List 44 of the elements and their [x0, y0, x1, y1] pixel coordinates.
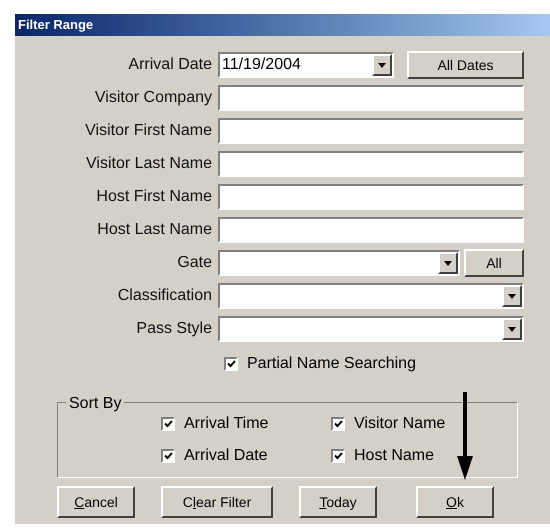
field-label: Pass Style — [135, 319, 213, 339]
input-field[interactable] — [218, 184, 524, 210]
dialog-button[interactable]: Today — [299, 486, 377, 518]
checkbox-label: Arrival Date — [184, 446, 268, 466]
checkbox[interactable] — [161, 417, 175, 431]
field-label: Host Last Name — [96, 220, 213, 240]
field-label: Gate — [176, 253, 213, 273]
dropdown-button[interactable] — [438, 252, 458, 274]
field-label: Visitor Last Name — [85, 154, 213, 174]
checkbox[interactable] — [331, 449, 345, 463]
field-label: Host First Name — [95, 187, 213, 207]
checkbox[interactable] — [224, 357, 238, 371]
dropdown-button[interactable] — [502, 318, 522, 340]
dialog-button[interactable]: Clear Filter — [161, 486, 273, 518]
checkbox[interactable] — [331, 417, 345, 431]
field-label: Classification — [116, 286, 213, 306]
dropdown-button[interactable] — [372, 54, 392, 76]
button[interactable]: All Dates — [407, 51, 524, 79]
dropdown-button[interactable] — [502, 285, 522, 307]
dropdown-field[interactable] — [218, 250, 460, 276]
field-label: Arrival Date — [127, 55, 213, 75]
caret-icon — [444, 260, 452, 266]
caret-icon — [378, 62, 386, 68]
date-value: 11/19/2004 — [221, 55, 302, 75]
field-label: Visitor First Name — [84, 121, 213, 141]
button[interactable]: All — [464, 249, 524, 277]
dropdown-field[interactable] — [218, 316, 524, 342]
date-dropdown[interactable]: 11/19/2004 — [218, 52, 394, 78]
input-field[interactable] — [218, 85, 524, 111]
checkbox-label: Partial Name Searching — [247, 354, 416, 374]
window-title: Filter Range — [18, 16, 94, 34]
checkbox[interactable] — [161, 449, 175, 463]
checkbox-label: Arrival Time — [184, 414, 268, 434]
input-field[interactable] — [218, 118, 524, 144]
caret-icon — [508, 294, 516, 298]
caret-icon — [508, 326, 516, 332]
input-field[interactable] — [218, 151, 524, 177]
checkbox-label: Host Name — [354, 446, 434, 466]
dialog-button[interactable]: Ok — [416, 486, 494, 518]
dropdown-field[interactable] — [218, 283, 524, 309]
checkbox-label: Visitor Name — [354, 414, 446, 434]
field-label: Visitor Company — [94, 88, 213, 108]
dialog-button[interactable]: Cancel — [57, 486, 135, 518]
input-field[interactable] — [218, 217, 524, 243]
